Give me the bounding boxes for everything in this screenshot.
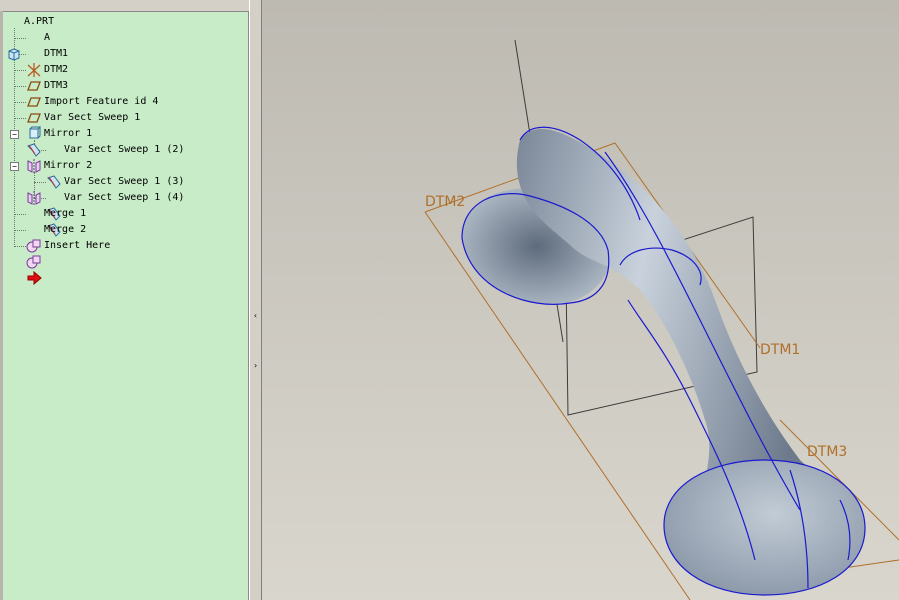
datum-plane-icon (26, 46, 42, 91)
tree-item-label: Mirror 2 (44, 160, 93, 171)
sweep-icon (46, 190, 62, 237)
tree-root-label: A.PRT (24, 16, 55, 27)
panel-splitter[interactable]: ‹ › (249, 0, 262, 600)
model-bottom-flare-surface (664, 460, 865, 595)
tree-item-label: Merge 2 (44, 224, 87, 235)
csys-icon (26, 30, 42, 77)
tree-item-var-sect-sweep-1-3[interactable]: Var Sect Sweep 1 (3) (46, 174, 185, 221)
tree-item-merge-2[interactable]: Merge 2 (26, 222, 87, 269)
tree-item-var-sect-sweep-1[interactable]: Var Sect Sweep 1 (26, 110, 141, 157)
datum-label-dtm2[interactable]: DTM2 (425, 194, 465, 210)
model-canvas[interactable]: DTM2 DTM1 DTM3 (262, 0, 899, 600)
tree-item-label: Mirror 1 (44, 128, 93, 139)
sweep-icon (46, 142, 62, 189)
collapse-panel-button[interactable]: ‹ (252, 310, 259, 322)
datum-label-dtm1[interactable]: DTM1 (760, 342, 800, 358)
tree-item-merge-1[interactable]: Merge 1 (26, 206, 87, 253)
tree-item-dtm2[interactable]: DTM2 (26, 62, 69, 107)
import-feature-icon (26, 94, 42, 139)
sweep-icon (26, 110, 42, 157)
tree-item-label: Var Sect Sweep 1 (3) (64, 176, 185, 187)
tree-connector (14, 118, 26, 119)
insert-here-arrow-icon (26, 238, 42, 286)
tree-item-csys-a[interactable]: A (26, 30, 51, 77)
model-sweep-body-surface (516, 128, 840, 520)
tree-item-insert-here[interactable]: Insert Here (26, 238, 111, 286)
model-tree-left-edge (0, 11, 3, 600)
merge-icon (26, 206, 42, 253)
datum-plane-icon (26, 78, 42, 123)
tree-connector (14, 214, 26, 215)
mirror-2-collapse-toggle[interactable]: − (10, 162, 19, 171)
tree-item-label: Var Sect Sweep 1 (44, 112, 141, 123)
merge-icon (26, 222, 42, 269)
tree-connector (14, 102, 26, 103)
tree-connector (14, 230, 26, 231)
expand-panel-button[interactable]: › (252, 360, 259, 372)
tree-item-mirror-2[interactable]: Mirror 2 (26, 158, 93, 205)
tree-item-label: Import Feature id 4 (44, 96, 159, 107)
tree-item-var-sect-sweep-1-4[interactable]: Var Sect Sweep 1 (4) (46, 190, 185, 237)
sweep-icon (46, 174, 62, 221)
datum-plane-icon (26, 62, 42, 107)
tree-item-label: Merge 1 (44, 208, 87, 219)
tree-connector (14, 246, 26, 247)
tree-root-item[interactable]: A.PRT (6, 14, 55, 61)
mirror-1-collapse-toggle[interactable]: − (10, 130, 19, 139)
mirror-icon (26, 158, 42, 205)
tree-item-var-sect-sweep-1-2[interactable]: Var Sect Sweep 1 (2) (46, 142, 185, 189)
tree-item-label: Var Sect Sweep 1 (2) (64, 144, 185, 155)
model-tree-header-bar (0, 0, 249, 12)
datum-label-dtm3[interactable]: DTM3 (807, 444, 847, 460)
mirror-icon (26, 126, 42, 173)
tree-item-label: DTM1 (44, 48, 69, 59)
tree-item-import-feature[interactable]: Import Feature id 4 (26, 94, 159, 139)
tree-item-label: Insert Here (44, 240, 111, 251)
tree-item-label: DTM2 (44, 64, 69, 75)
part-icon (6, 14, 22, 61)
model-tree-panel: A.PRT A DTM1 DTM2 DTM3 Import Feature id… (0, 0, 249, 600)
tree-item-mirror-1[interactable]: Mirror 1 (26, 126, 93, 173)
graphics-viewport[interactable]: DTM2 DTM1 DTM3 (262, 0, 899, 600)
tree-item-label: DTM3 (44, 80, 69, 91)
tree-item-label: A (44, 32, 51, 43)
tree-item-dtm3[interactable]: DTM3 (26, 78, 69, 123)
tree-item-dtm1[interactable]: DTM1 (26, 46, 69, 91)
tree-item-label: Var Sect Sweep 1 (4) (64, 192, 185, 203)
